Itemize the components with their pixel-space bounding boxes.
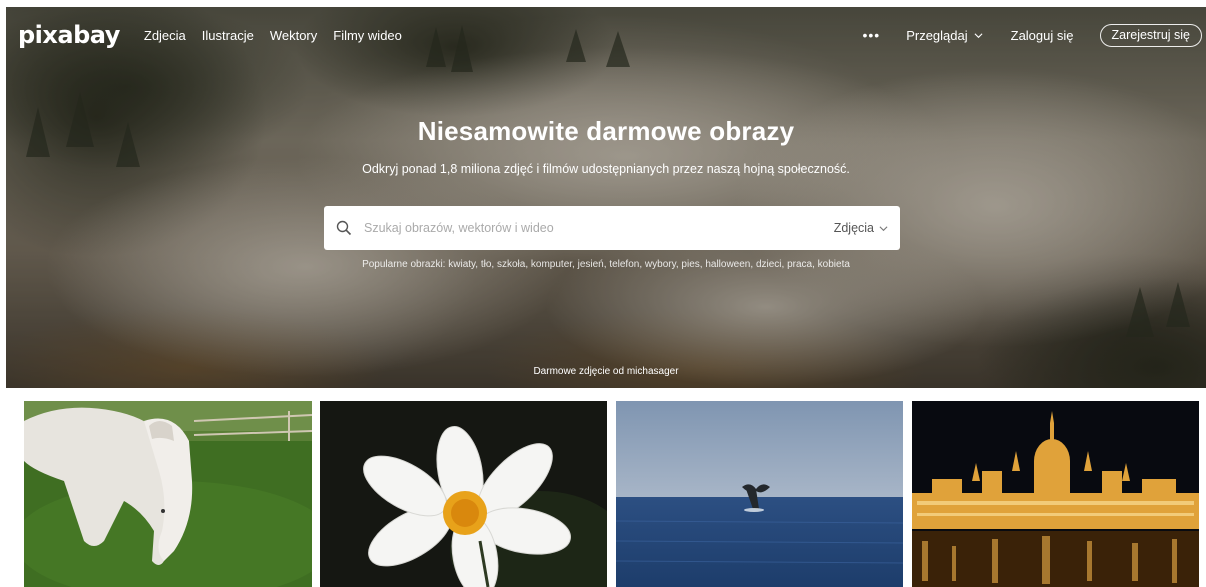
nav-right-group: ••• Przeglądaj Zaloguj się Zarejestruj s…: [862, 23, 1206, 47]
popular-tag[interactable]: telefon: [609, 259, 639, 270]
popular-tag[interactable]: pies: [681, 259, 699, 270]
popular-tag[interactable]: szkoła: [497, 259, 525, 270]
hero-dim-overlay: [6, 7, 1206, 388]
pixabay-logo[interactable]: pixabay: [18, 21, 120, 49]
popular-tag[interactable]: halloween: [705, 259, 750, 270]
thumbnail-whale[interactable]: [616, 401, 903, 587]
photo-credit: Darmowe zdjęcie od michasager: [6, 366, 1206, 377]
popular-tag[interactable]: komputer: [531, 259, 572, 270]
parliament-image: [912, 401, 1199, 587]
popular-tag[interactable]: kwiaty: [448, 259, 475, 270]
chevron-down-icon: [879, 225, 888, 231]
popular-tag[interactable]: jesień: [578, 259, 604, 270]
search-type-select[interactable]: Zdjęcia: [834, 221, 888, 235]
horse-image: [24, 401, 312, 587]
nav-link-vectors[interactable]: Wektory: [270, 28, 317, 43]
search-icon[interactable]: [336, 220, 352, 236]
hero-background: [6, 7, 1206, 388]
nav-link-photos[interactable]: Zdjecia: [144, 28, 186, 43]
nav-link-illustrations[interactable]: Ilustracje: [202, 28, 254, 43]
nav-link-videos[interactable]: Filmy wideo: [333, 28, 402, 43]
whale-image: [616, 401, 903, 587]
search-type-label: Zdjęcia: [833, 221, 874, 235]
register-button[interactable]: Zarejestruj się: [1099, 23, 1202, 47]
browse-dropdown[interactable]: Przeglądaj: [906, 27, 983, 43]
login-link[interactable]: Zaloguj się: [1011, 28, 1074, 43]
popular-tags-list: kwiaty, tło, szkoła, komputer, jesień, t…: [448, 259, 850, 270]
search-bar: Zdjęcia: [324, 206, 900, 250]
chevron-down-icon: [974, 32, 983, 38]
popular-tag[interactable]: wybory: [645, 259, 676, 270]
image-grid: [24, 401, 1206, 587]
hero-title: Niesamowite darmowe obrazy: [417, 116, 795, 146]
top-navigation: pixabay Zdjecia Ilustracje Wektory Filmy…: [6, 7, 1206, 63]
credit-prefix: Darmowe zdjęcie od: [533, 366, 625, 377]
popular-tag[interactable]: kobieta: [818, 259, 850, 270]
media-type-links: Zdjecia Ilustracje Wektory Filmy wideo: [144, 28, 418, 43]
credit-author-link[interactable]: michasager: [627, 366, 679, 377]
popular-tag[interactable]: praca: [787, 259, 812, 270]
thumbnail-flower[interactable]: [320, 401, 607, 587]
flower-image: [320, 401, 607, 587]
thumbnail-horse[interactable]: [24, 401, 312, 587]
popular-tag[interactable]: tło: [481, 259, 492, 270]
browse-label: Przeglądaj: [906, 27, 968, 43]
more-menu-icon[interactable]: •••: [862, 27, 880, 43]
thumbnail-parliament[interactable]: [912, 401, 1199, 587]
popular-tag[interactable]: dzieci: [756, 259, 782, 270]
hero-subtitle: Odkryj ponad 1,8 miliona zdjęć i filmów …: [362, 162, 850, 176]
popular-searches: Popularne obrazki: kwiaty, tło, szkoła, …: [6, 259, 1206, 270]
popular-label: Popularne obrazki:: [362, 259, 446, 270]
search-input[interactable]: [362, 220, 834, 236]
